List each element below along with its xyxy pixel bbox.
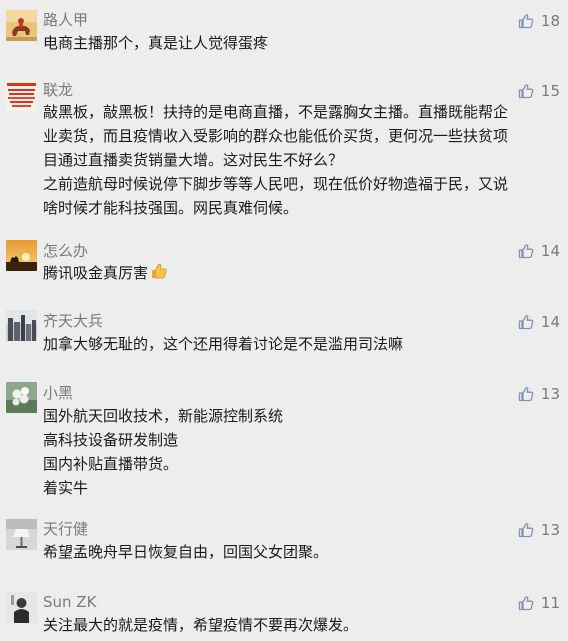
like-button[interactable]: 14 [517,311,560,333]
comment-author-name[interactable]: 怎么办 [43,241,88,261]
thumbs-up-icon [517,385,535,403]
avatar-sunset-camel-icon[interactable] [6,240,37,271]
comment-item: Sun ZK 11 关注最大的就是疫情，希望疫情不要再次爆发。 [0,591,568,641]
comment-text-line: 业卖货，而且疫情收入受影响的群众也能低价买货，更何况一些扶贫项 [43,127,509,145]
comment-author-name[interactable]: 天行健 [43,519,88,539]
like-button[interactable]: 18 [517,10,560,32]
comment-text: 希望孟晚舟早日恢复自由，回国父女团聚。 [43,540,543,564]
comment-text: 关注最大的就是疫情，希望疫情不要再次爆发。 [43,613,543,637]
thumbs-up-icon [517,82,535,100]
avatar-red-text-banner-icon[interactable] [6,80,37,111]
comment-item: 怎么办 14 腾讯吸金真厉害 [0,239,568,299]
comment-author-name[interactable]: 齐天大兵 [43,311,103,331]
like-count: 11 [540,594,560,612]
comment-text-line: 着实牛 [43,479,89,497]
comment-text-line: 加拿大够无耻的，这个还用得着讨论是不是滥用司法嘛 [43,335,404,353]
like-button[interactable]: 14 [517,240,560,262]
like-count: 13 [540,385,560,403]
like-button[interactable]: 11 [517,592,560,614]
comment-author-name[interactable]: Sun ZK [43,592,96,612]
comment-author-name[interactable]: 小黑 [43,383,73,403]
comment-item: 齐天大兵 14 加拿大够无耻的，这个还用得着讨论是不是滥用司法嘛 [0,310,568,370]
like-count: 14 [540,313,560,331]
comment-text: 国外航天回收技术，新能源控制系统 高科技设备研发制造 国内补贴直播带货。 着实牛 [43,404,543,500]
comment-text-line: 敲黑板，敲黑板！扶持的是电商直播，不是露胸女主播。直播既能帮企 [43,103,509,121]
comment-text-line: 目通过直播卖货销量大增。这对民生不好么？ [43,151,344,169]
like-button[interactable]: 13 [517,383,560,405]
comment-text-line: 关注最大的就是疫情，希望疫情不要再次爆发。 [43,616,359,634]
thumbs-up-icon [517,313,535,331]
comment-text-line: 腾讯吸金真厉害 [43,264,149,282]
avatar-horse-rider-icon[interactable] [6,10,37,41]
like-count: 14 [540,242,560,260]
comment-text-line: 希望孟晚舟早日恢复自由，回国父女团聚。 [43,543,329,561]
thumbs-up-icon [517,594,535,612]
avatar-lamp-icon[interactable] [6,519,37,550]
thumbs-up-icon [517,242,535,260]
comment-text-line: 啥时候才能科技强国。网民真难伺候。 [43,199,299,217]
like-count: 13 [540,521,560,539]
like-count: 18 [540,12,560,30]
comment-item: 路人甲 18 电商主播那个，真是让人觉得蛋疼 [0,0,568,70]
comment-text: 敲黑板，敲黑板！扶持的是电商直播，不是露胸女主播。直播既能帮企 业卖货，而且疫情… [43,100,543,220]
comment-text-line: 高科技设备研发制造 [43,431,179,449]
like-button[interactable]: 13 [517,519,560,541]
comment-item: 天行健 13 希望孟晚舟早日恢复自由，回国父女团聚。 [0,518,568,578]
comment-text-line: 之前造航母时候说停下脚步等等人民吧，现在低价好物造福于民，又说 [43,175,509,193]
comment-item: 小黑 13 国外航天回收技术，新能源控制系统 高科技设备研发制造 国内补贴直播带… [0,382,568,502]
thumbs-up-icon [517,12,535,30]
comment-item: 联龙 15 敲黑板，敲黑板！扶持的是电商直播，不是露胸女主播。直播既能帮企 业卖… [0,80,568,230]
comment-list: 路人甲 18 电商主播那个，真是让人觉得蛋疼 联龙 15 敲黑板，敲黑板！扶持的… [0,0,568,641]
comment-text: 电商主播那个，真是让人觉得蛋疼 [43,31,543,55]
comment-text: 加拿大够无耻的，这个还用得着讨论是不是滥用司法嘛 [43,332,543,356]
like-count: 15 [540,82,560,100]
avatar-dark-portrait-icon[interactable] [6,592,37,623]
comment-author-name[interactable]: 联龙 [43,80,73,100]
comment-author-name[interactable]: 路人甲 [43,10,88,30]
thumbs-up-emoji [149,261,169,288]
comment-text-line: 国内补贴直播带货。 [43,455,179,473]
comment-text-line: 国外航天回收技术，新能源控制系统 [43,407,284,425]
comment-text: 腾讯吸金真厉害 [43,261,543,285]
like-button[interactable]: 15 [517,80,560,102]
comment-text-line: 电商主播那个，真是让人觉得蛋疼 [43,34,269,52]
thumbs-up-icon [517,521,535,539]
avatar-city-skyline-icon[interactable] [6,310,37,341]
avatar-white-flowers-icon[interactable] [6,382,37,413]
